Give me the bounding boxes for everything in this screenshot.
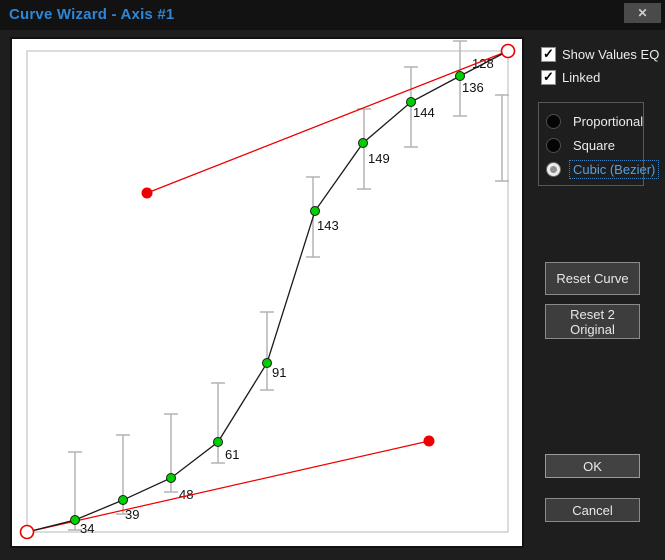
curve-point[interactable] [118, 495, 128, 505]
close-icon: ✕ [637, 6, 648, 20]
curve-point[interactable] [213, 437, 223, 447]
checkbox-icon: ✓ [541, 70, 556, 85]
point-value-label: 91 [272, 365, 286, 380]
checkbox-linked[interactable]: ✓ Linked [541, 70, 600, 85]
radio-proportional[interactable]: Proportional [546, 112, 647, 131]
point-value-label: 34 [80, 521, 94, 536]
curve-point[interactable] [70, 515, 80, 525]
bezier-handle-point[interactable] [423, 435, 435, 447]
point-value-label: 149 [368, 151, 390, 166]
checkbox-label: Show Values EQ [562, 47, 660, 62]
title-bar: Curve Wizard - Axis #1 ✕ [0, 0, 665, 30]
curve-point[interactable] [310, 206, 320, 216]
window-title: Curve Wizard - Axis #1 [9, 6, 175, 23]
curve-point[interactable] [455, 71, 465, 81]
curve-plot[interactable]: 3439486191143149144136128 [10, 37, 524, 548]
radio-icon [546, 114, 561, 129]
radio-square[interactable]: Square [546, 136, 619, 155]
curve-plot-panel[interactable]: 34 39 48 61 91 143 149 144 136 128 [10, 37, 524, 548]
point-value-label: 143 [317, 218, 339, 233]
curve-endpoint[interactable] [500, 43, 516, 59]
radio-label: Cubic (Bezier) [569, 160, 660, 179]
point-value-label: 61 [225, 447, 239, 462]
plot-background [10, 37, 524, 548]
radio-icon [546, 138, 561, 153]
point-value-label: 136 [462, 80, 484, 95]
close-button[interactable]: ✕ [624, 3, 661, 23]
checkbox-icon: ✓ [541, 47, 556, 62]
bezier-handle-point[interactable] [141, 187, 153, 199]
curve-point[interactable] [358, 138, 368, 148]
reset-2-original-button[interactable]: Reset 2 Original [545, 304, 640, 339]
radio-label: Proportional [573, 114, 644, 129]
checkbox-label: Linked [562, 70, 601, 85]
curve-point[interactable] [406, 97, 416, 107]
point-value-label: 144 [413, 105, 435, 120]
curve-point[interactable] [262, 358, 272, 368]
ok-button[interactable]: OK [545, 454, 640, 478]
radio-cubic-bezier[interactable]: Cubic (Bezier) [546, 160, 660, 179]
radio-label: Square [573, 138, 615, 153]
checkbox-show-values-eq[interactable]: ✓ Show Values EQ [541, 47, 659, 62]
cancel-button[interactable]: Cancel [545, 498, 640, 522]
curve-point[interactable] [166, 473, 176, 483]
reset-curve-button[interactable]: Reset Curve [545, 262, 640, 295]
curve-endpoint[interactable] [19, 524, 35, 540]
radio-icon [546, 162, 561, 177]
